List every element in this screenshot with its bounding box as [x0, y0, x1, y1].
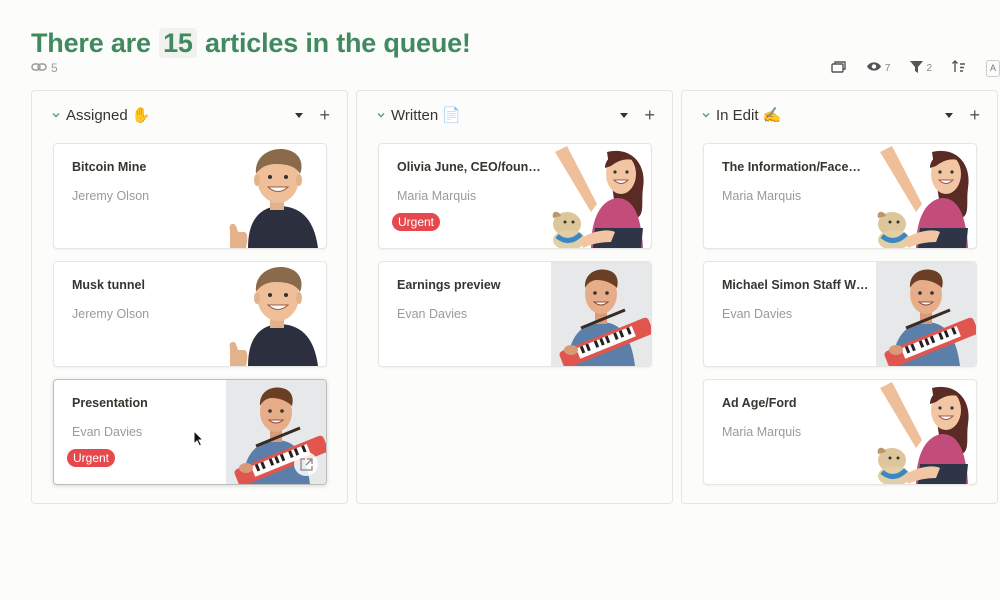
link-count-indicator[interactable]: 5 [31, 61, 58, 75]
kanban-board: Assigned ✋ + Bitcoin Mine Jeremy Olson M… [31, 90, 998, 504]
column-header: In Edit ✍️ + [702, 105, 980, 125]
card-author: Jeremy Olson [72, 307, 150, 321]
card-title: Michael Simon Staff W… [722, 278, 867, 292]
sort-icon [952, 60, 966, 76]
article-card[interactable]: Olivia June, CEO/foun… Maria Marquis Urg… [378, 143, 652, 249]
author-avatar [876, 262, 976, 366]
hand-emoji-icon: ✋ [131, 107, 151, 124]
filter-icon [910, 60, 924, 76]
urgent-tag: Urgent [67, 449, 116, 467]
page-title: There are 15 articles in the queue! [31, 28, 471, 59]
card-list: Bitcoin Mine Jeremy Olson Musk tunnel Je… [53, 143, 327, 497]
filter-count: 2 [926, 62, 932, 74]
toolbar: 7 2 A [811, 59, 1000, 77]
card-title: Musk tunnel [72, 278, 145, 292]
page: There are 15 articles in the queue! 5 7 … [0, 0, 1000, 600]
card-author: Evan Davies [397, 307, 468, 321]
card-title: Ad Age/Ford [722, 396, 797, 410]
card-list: The Information/Face… Maria Marquis Mich… [703, 143, 977, 497]
chevron-down-icon[interactable] [52, 111, 60, 119]
open-page-button[interactable] [294, 452, 318, 476]
layers-icon [831, 60, 846, 76]
document-emoji-icon: 📄 [442, 107, 461, 124]
card-title: Bitcoin Mine [72, 160, 147, 174]
sort-button[interactable] [952, 60, 966, 76]
chevron-down-icon[interactable] [377, 111, 385, 119]
column-menu-caret-icon[interactable] [945, 112, 954, 118]
article-card[interactable]: The Information/Face… Maria Marquis [703, 143, 977, 249]
author-avatar [551, 144, 651, 248]
more-button[interactable]: A [986, 59, 1000, 77]
eye-icon [866, 61, 882, 75]
column-written: Written 📄 + Olivia June, CEO/foun… Maria… [356, 90, 673, 504]
column-header: Written 📄 + [377, 105, 655, 125]
article-count: 15 [159, 28, 197, 58]
add-card-button[interactable]: + [969, 106, 980, 124]
writing-hand-emoji-icon: ✍️ [762, 107, 782, 124]
filter-button[interactable]: 2 [910, 60, 932, 76]
column-assigned: Assigned ✋ + Bitcoin Mine Jeremy Olson M… [31, 90, 348, 504]
mouse-cursor-icon [193, 430, 205, 447]
urgent-tag: Urgent [392, 213, 441, 231]
article-card[interactable]: Presentation Evan Davies Urgent [53, 379, 327, 485]
card-title: Olivia June, CEO/foun… [397, 160, 541, 174]
views-count: 7 [884, 62, 891, 74]
column-title: In Edit [716, 106, 759, 124]
article-card[interactable]: Michael Simon Staff W… Evan Davies [703, 261, 977, 367]
article-card[interactable]: Earnings preview Evan Davies [378, 261, 652, 367]
article-card[interactable]: Bitcoin Mine Jeremy Olson [53, 143, 327, 249]
card-title: Earnings preview [397, 278, 501, 292]
column-in-edit: In Edit ✍️ + The Information/Face… Maria… [681, 90, 998, 504]
column-title: Assigned [66, 106, 128, 124]
layout-button[interactable] [831, 60, 846, 76]
external-link-icon [299, 457, 313, 471]
column-menu-caret-icon[interactable] [295, 112, 304, 118]
author-avatar [551, 262, 651, 366]
card-title: The Information/Face… [722, 160, 861, 174]
properties-visibility-button[interactable]: 7 [866, 61, 891, 75]
author-avatar [876, 144, 976, 248]
add-card-button[interactable]: + [319, 106, 330, 124]
card-author: Evan Davies [722, 307, 793, 321]
link-count: 5 [51, 61, 58, 75]
add-card-button[interactable]: + [644, 106, 655, 124]
article-card[interactable]: Ad Age/Ford Maria Marquis [703, 379, 977, 485]
card-author: Evan Davies [72, 425, 143, 439]
column-title: Written [391, 106, 439, 124]
author-avatar [876, 380, 976, 484]
card-author: Maria Marquis [722, 425, 802, 439]
article-card[interactable]: Musk tunnel Jeremy Olson [53, 261, 327, 367]
column-menu-caret-icon[interactable] [620, 112, 629, 118]
card-list: Olivia June, CEO/foun… Maria Marquis Urg… [378, 143, 652, 379]
author-avatar [226, 262, 326, 366]
card-author: Jeremy Olson [72, 189, 150, 203]
author-avatar [226, 144, 326, 248]
title-suffix: articles in the queue! [205, 28, 471, 58]
chevron-down-icon[interactable] [702, 111, 710, 119]
card-author: Maria Marquis [397, 189, 477, 203]
card-author: Maria Marquis [722, 189, 802, 203]
column-header: Assigned ✋ + [52, 105, 330, 125]
link-icon [31, 61, 47, 75]
card-title: Presentation [72, 396, 148, 410]
title-prefix: There are [31, 28, 151, 58]
